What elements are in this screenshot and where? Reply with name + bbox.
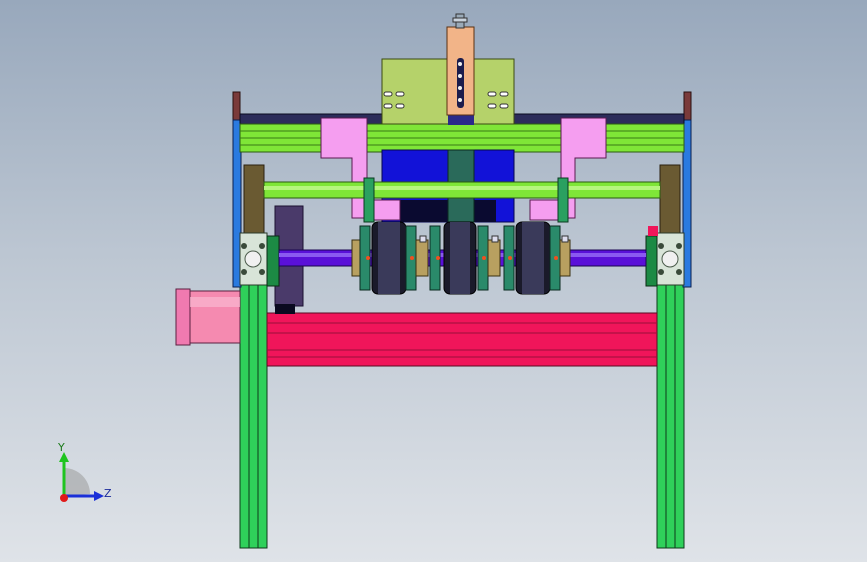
assembly-model[interactable] [0, 0, 867, 562]
roller-group [351, 221, 571, 295]
y-axis-label: Y [57, 441, 65, 454]
cad-viewport[interactable]: Y Z [0, 0, 867, 562]
left-bracket [320, 117, 368, 219]
left-bearing-block [239, 232, 280, 287]
right-leg [656, 284, 685, 549]
vertical-slider [446, 13, 475, 116]
triad-plane [64, 468, 90, 496]
left-leg [239, 284, 268, 549]
slide-pad-right [529, 199, 561, 221]
x-axis-dot-icon [60, 494, 68, 502]
z-axis-arrow-icon [94, 491, 104, 501]
right-bearing-block [645, 226, 685, 287]
motor [175, 288, 241, 346]
z-axis-label: Z [104, 487, 112, 500]
orientation-triad[interactable]: Y Z [40, 438, 120, 510]
cover-foot [275, 304, 295, 314]
lower-rail [266, 312, 658, 367]
